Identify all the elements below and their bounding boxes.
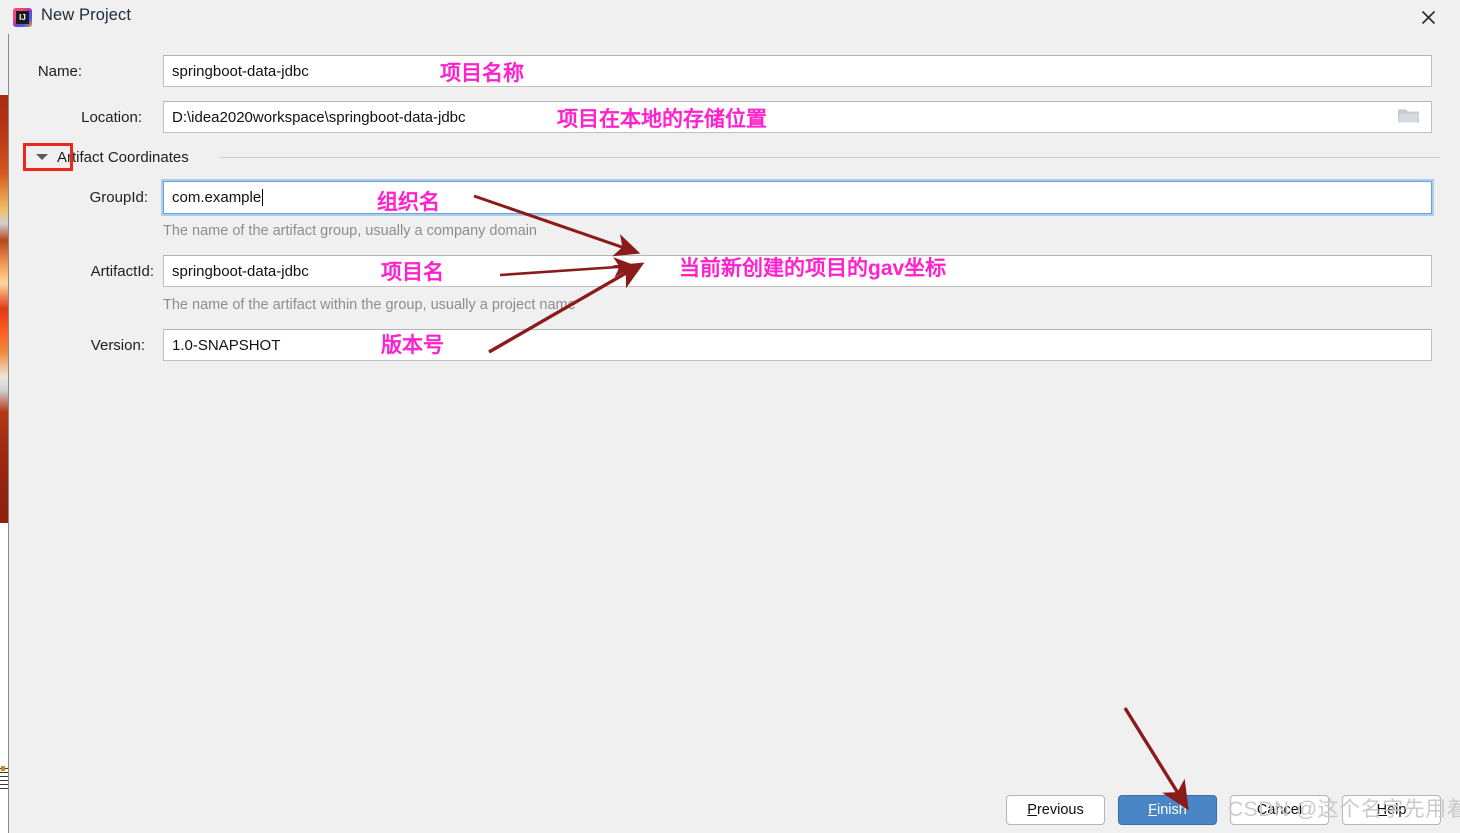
artifact-coordinates-toggle[interactable]: Artifact Coordinates (36, 147, 189, 167)
chevron-down-icon (36, 154, 48, 160)
new-project-dialog: IJ New Project Name: springboot-data-jdb… (0, 0, 1460, 833)
finish-button-label: Finish (1148, 802, 1187, 818)
help-button-label: Help (1376, 802, 1407, 818)
version-input-value: 1.0-SNAPSHOT (172, 336, 281, 354)
background-bleed-dot (1, 766, 5, 771)
version-input[interactable]: 1.0-SNAPSHOT (163, 329, 1432, 361)
title-bar: IJ New Project (0, 0, 1460, 34)
folder-icon[interactable] (1397, 106, 1421, 129)
name-input-value: springboot-data-jdbc (172, 62, 309, 80)
help-button[interactable]: Help (1342, 795, 1441, 825)
name-input[interactable]: springboot-data-jdbc (163, 55, 1432, 87)
intellij-idea-icon: IJ (13, 8, 32, 27)
arrow-finish (1123, 707, 1189, 811)
groupid-input-value: com.example (172, 189, 262, 206)
cancel-button[interactable]: Cancel (1230, 795, 1329, 825)
finish-button[interactable]: Finish (1118, 795, 1217, 825)
artifact-coordinates-label: Artifact Coordinates (57, 148, 189, 166)
artifactid-input-value: springboot-data-jdbc (172, 262, 309, 280)
location-input-value: D:\idea2020workspace\springboot-data-jdb… (172, 108, 466, 126)
version-label: Version: (90, 337, 145, 354)
location-input[interactable]: D:\idea2020workspace\springboot-data-jdb… (163, 101, 1432, 133)
groupid-input[interactable]: com.example (163, 181, 1432, 214)
artifactid-hint: The name of the artifact within the grou… (163, 297, 576, 313)
groupid-hint: The name of the artifact group, usually … (163, 223, 537, 239)
window-title: New Project (41, 6, 132, 24)
dialog-left-edge (8, 30, 9, 833)
previous-button-label: Previous (1027, 802, 1084, 818)
groupid-label: GroupId: (89, 189, 148, 206)
section-divider (219, 157, 1440, 158)
artifactid-input[interactable]: springboot-data-jdbc (163, 255, 1432, 287)
close-icon[interactable] (1412, 5, 1444, 31)
previous-button[interactable]: Previous (1006, 795, 1105, 825)
name-label: Name: (37, 63, 82, 80)
artifactid-label: ArtifactId: (90, 263, 154, 280)
location-label: Location: (81, 109, 142, 126)
cancel-button-label: Cancel (1256, 802, 1303, 818)
text-caret (262, 189, 264, 206)
